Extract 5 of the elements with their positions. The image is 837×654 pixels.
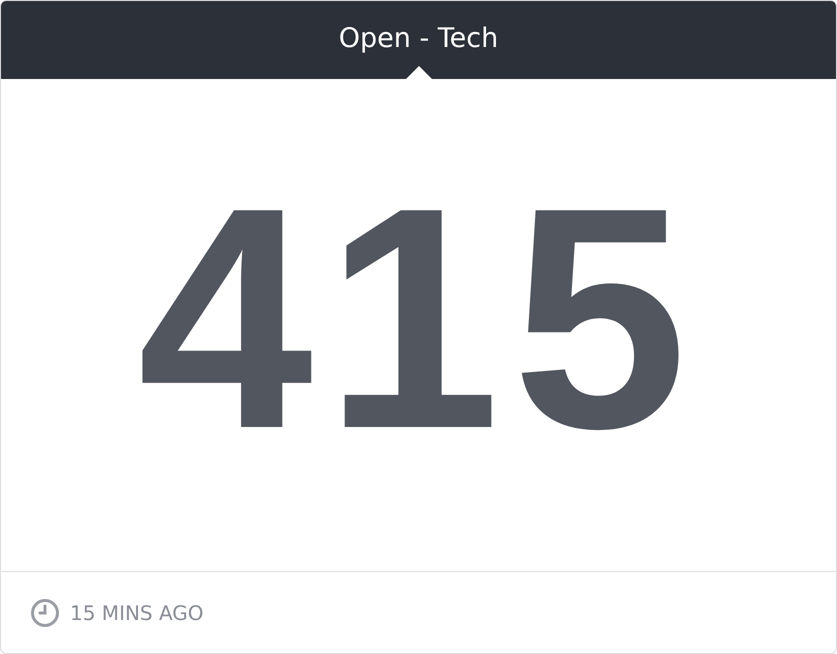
pointer-notch-icon — [406, 66, 432, 79]
updated-time: 15 MINS AGO — [70, 600, 204, 624]
metric-value: 415 — [138, 160, 700, 476]
clock-icon — [30, 598, 60, 628]
widget-title: Open - Tech — [338, 22, 498, 54]
